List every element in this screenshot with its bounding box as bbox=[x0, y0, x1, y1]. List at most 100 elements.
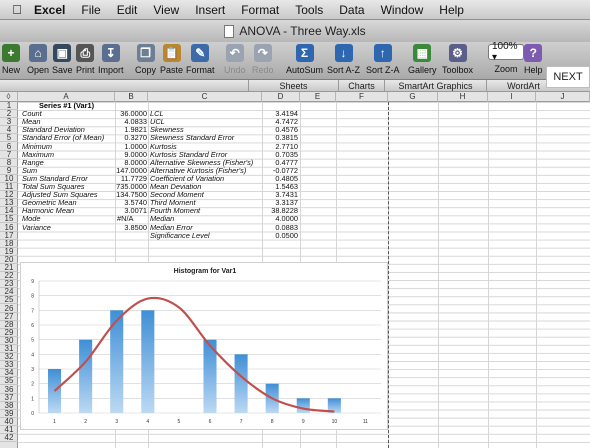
document-icon bbox=[224, 24, 235, 38]
column-header-j[interactable]: J bbox=[536, 92, 590, 102]
copy-icon: ❐ bbox=[136, 44, 155, 62]
y-tick-label: 0 bbox=[31, 411, 34, 417]
column-header-d[interactable]: D bbox=[262, 92, 300, 102]
y-tick-label: 4 bbox=[31, 352, 34, 358]
histogram-bar bbox=[141, 310, 155, 413]
apple-icon[interactable]:  bbox=[8, 2, 26, 17]
x-tick-label: 2 bbox=[84, 419, 87, 425]
import-icon: ↧ bbox=[101, 44, 120, 62]
y-tick-label: 9 bbox=[31, 279, 34, 285]
x-tick-label: 7 bbox=[240, 419, 243, 425]
toolbar-sort-z-a-button[interactable]: ↑ Sort Z-A bbox=[366, 44, 400, 75]
toolbar-format-button[interactable]: ✎ Format bbox=[186, 44, 215, 75]
toolbar-paste-button[interactable]: 📋 Paste bbox=[160, 44, 183, 75]
toolbar-sort-a-z-button[interactable]: ↓ Sort A-Z bbox=[327, 44, 360, 75]
stat-label-left[interactable]: Variance bbox=[22, 223, 116, 232]
undo-icon: ↶ bbox=[225, 44, 244, 62]
toolbar-label: Print bbox=[76, 65, 95, 75]
stat-value-left[interactable]: 3.8500 bbox=[115, 223, 147, 232]
menu-edit[interactable]: Edit bbox=[109, 3, 146, 17]
toolbar-import-button[interactable]: ↧ Import bbox=[98, 44, 124, 75]
sigma-icon: Σ bbox=[295, 44, 314, 62]
histogram-chart[interactable]: Histogram for Var1 0 1 2 3 4 5 6 7 8 9 1 2 3 4 5 6 7 8 9 10 1… bbox=[20, 262, 388, 430]
x-tick-label: 4 bbox=[146, 419, 149, 425]
sort-ascending-icon: ↓ bbox=[334, 44, 353, 62]
column-divider bbox=[536, 102, 537, 448]
row-header-bar: 1 2 3 4 5 6 7 8 9 10 11 12 13 14 15 16 17 18 19 20 21 22 23 24 2… bbox=[0, 101, 18, 448]
histogram-bar bbox=[296, 398, 310, 413]
tab-charts[interactable]: Charts bbox=[338, 80, 384, 92]
menu-insert[interactable]: Insert bbox=[187, 3, 233, 17]
y-tick-label: 8 bbox=[31, 294, 34, 300]
menu-bar:  Excel File Edit View Insert Format Too… bbox=[0, 0, 590, 20]
toolbar-label: New bbox=[2, 65, 21, 75]
stat-label-right[interactable]: Significance Level bbox=[150, 231, 262, 240]
stat-label-right[interactable]: LCL bbox=[150, 110, 262, 118]
toolbar-help-button[interactable]: ? Help bbox=[524, 44, 543, 75]
histogram-bar bbox=[234, 354, 248, 413]
x-tick-label: 6 bbox=[209, 419, 212, 425]
y-tick-label: 6 bbox=[31, 323, 34, 329]
toolbar-save-button[interactable]: ▣ Save bbox=[52, 44, 73, 75]
open-folder-icon: ⌂ bbox=[29, 44, 48, 62]
y-tick-label: 5 bbox=[31, 338, 34, 344]
column-header-i[interactable]: I bbox=[488, 92, 536, 102]
y-tick-label: 2 bbox=[31, 382, 34, 388]
column-divider bbox=[438, 102, 439, 448]
toolbar-new-button[interactable]: + New bbox=[2, 44, 20, 75]
column-header-e[interactable]: E bbox=[300, 92, 336, 102]
zoom-select[interactable]: 100% ▾ bbox=[488, 41, 524, 63]
x-tick-label: 11 bbox=[363, 419, 368, 425]
gallery-icon: ▦ bbox=[413, 44, 432, 62]
toolbar-label: AutoSum bbox=[286, 65, 324, 75]
menu-view[interactable]: View bbox=[145, 3, 187, 17]
redo-icon: ↷ bbox=[253, 44, 272, 62]
ribbon-tab-bar: Sheets Charts SmartArt Graphics WordArt bbox=[0, 80, 590, 92]
x-tick-label: 3 bbox=[115, 419, 118, 425]
toolbar-open-button[interactable]: ⌂ Open bbox=[27, 44, 49, 75]
column-header-g[interactable]: G bbox=[388, 92, 438, 102]
toolbar-zoom-button[interactable]: 100% ▾ Zoom bbox=[488, 41, 524, 74]
column-header-b[interactable]: B bbox=[115, 92, 148, 102]
column-header-f[interactable]: F bbox=[336, 92, 388, 102]
menu-file[interactable]: File bbox=[73, 3, 108, 17]
menu-data[interactable]: Data bbox=[331, 3, 372, 17]
toolbar-gallery-button[interactable]: ▦ Gallery bbox=[408, 44, 437, 75]
column-header-c[interactable]: C bbox=[148, 92, 262, 102]
stat-value-right[interactable]: 0.0500 bbox=[262, 231, 298, 240]
column-header-h[interactable]: H bbox=[438, 92, 488, 102]
menu-tools[interactable]: Tools bbox=[287, 3, 331, 17]
toolbar-label: Paste bbox=[160, 65, 184, 75]
toolbar-label: Toolbox bbox=[442, 65, 474, 75]
row-header-42[interactable]: 42 bbox=[0, 433, 18, 443]
toolbox-icon: ⚙ bbox=[448, 44, 467, 62]
help-icon: ? bbox=[524, 44, 543, 62]
menu-format[interactable]: Format bbox=[233, 3, 287, 17]
sort-descending-icon: ↑ bbox=[373, 44, 392, 62]
menu-help[interactable]: Help bbox=[431, 3, 472, 17]
toolbar-label: Redo bbox=[252, 65, 274, 75]
histogram-bar bbox=[79, 339, 93, 413]
x-tick-label: 10 bbox=[332, 419, 338, 425]
y-tick-label: 3 bbox=[31, 367, 34, 373]
toolbar-print-button[interactable]: ⎙ Print bbox=[76, 44, 95, 75]
standard-toolbar: + New ⌂ Open ▣ Save ⎙ Print ↧ Import ❐ Copy 📋 Paste ✎ F… bbox=[0, 41, 590, 80]
menu-window[interactable]: Window bbox=[373, 3, 432, 17]
histogram-svg: Histogram for Var1 0 1 2 3 4 5 6 7 8 9 1 2 3 4 5 6 7 8 9 10 1… bbox=[31, 268, 381, 425]
toolbar-label: Format bbox=[186, 65, 215, 75]
toolbar-label: Save bbox=[52, 65, 73, 75]
toolbar-redo-button[interactable]: ↷ Redo bbox=[252, 44, 274, 75]
toolbar-label: Sort Z-A bbox=[366, 65, 400, 75]
toolbar-undo-button[interactable]: ↶ Undo bbox=[224, 44, 246, 75]
toolbar-autosum-button[interactable]: Σ AutoSum bbox=[286, 44, 323, 75]
tab-sheets[interactable]: Sheets bbox=[248, 80, 338, 92]
toolbar-toolbox-button[interactable]: ⚙ Toolbox bbox=[442, 44, 473, 75]
x-tick-label: 5 bbox=[178, 419, 181, 425]
toolbar-copy-button[interactable]: ❐ Copy bbox=[135, 44, 156, 75]
tab-smartart-graphics[interactable]: SmartArt Graphics bbox=[384, 80, 486, 92]
menu-app-name[interactable]: Excel bbox=[26, 3, 73, 17]
normal-fit-curve bbox=[53, 296, 335, 413]
toolbar-label: Zoom bbox=[494, 64, 518, 74]
paste-icon: 📋 bbox=[162, 44, 181, 62]
next-button[interactable]: NEXT bbox=[546, 66, 590, 88]
